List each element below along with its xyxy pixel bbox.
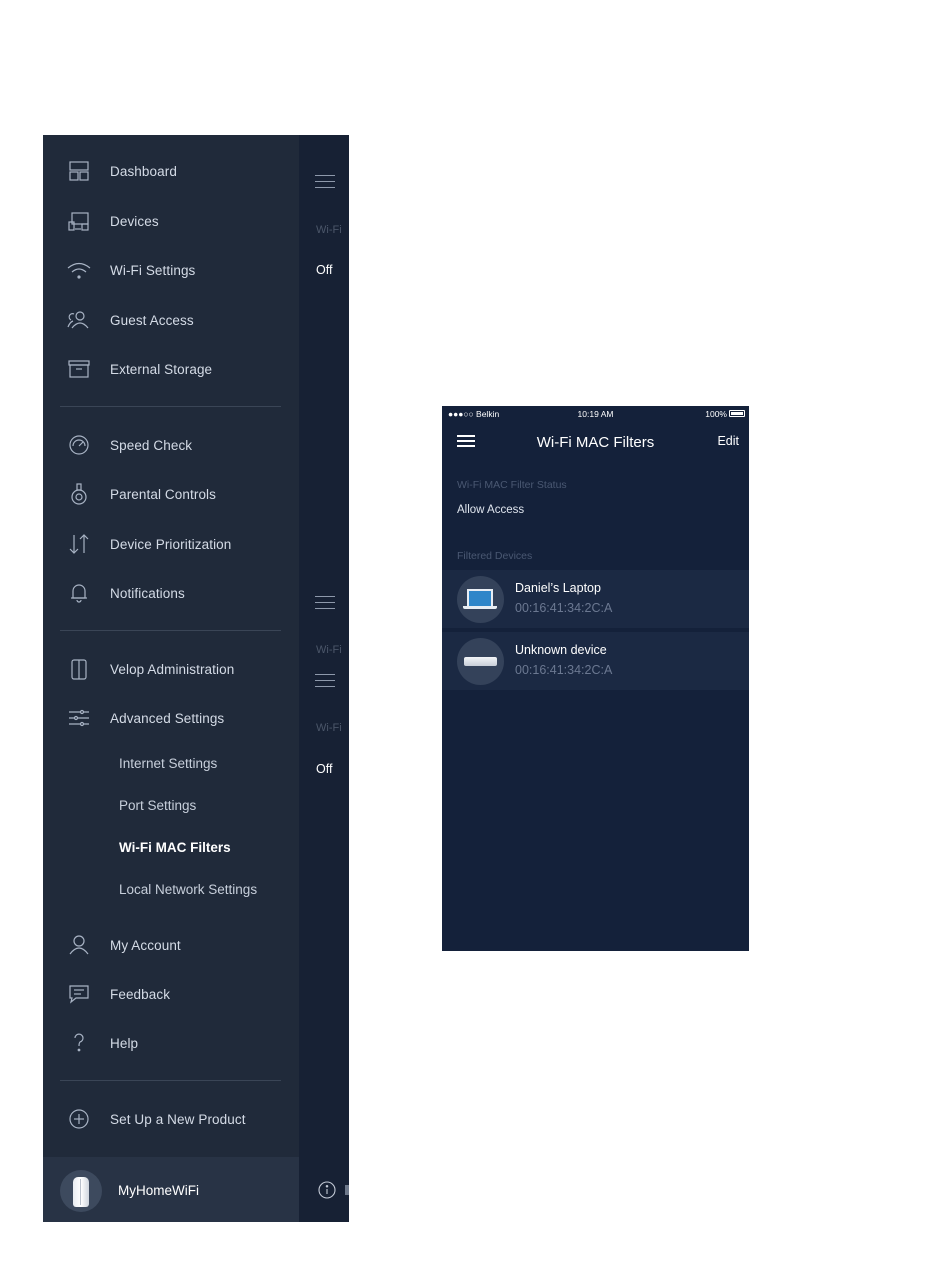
sub-item-port-settings[interactable]: Port Settings (119, 796, 196, 816)
guests-icon (67, 309, 91, 331)
page-title: Wi-Fi MAC Filters (536, 434, 655, 451)
hamburger-menu-icon[interactable] (315, 596, 335, 610)
battery-percent: 100% (705, 409, 727, 419)
device-row[interactable]: Unknown device 00:16:41:34:2C:A (442, 632, 749, 690)
sub-item-wifi-mac-filters[interactable]: Wi-Fi MAC Filters (119, 838, 231, 858)
nav-item-label: Device Prioritization (110, 536, 232, 552)
feedback-icon (67, 983, 91, 1005)
nav-item-label: Velop Administration (110, 661, 235, 677)
network-name: MyHomeWiFi (118, 1183, 199, 1198)
velop-node-seam (80, 1179, 81, 1205)
velop-node-icon (67, 658, 91, 680)
nav-item-label: Speed Check (110, 437, 193, 453)
peek-value: Off (316, 762, 333, 776)
parental-controls-icon (67, 483, 91, 505)
prioritization-arrows-icon (67, 533, 91, 555)
question-mark-icon (67, 1032, 91, 1054)
storage-icon (67, 358, 91, 380)
peek-value: Off (316, 263, 333, 277)
peek-label: Wi-Fi (316, 722, 342, 734)
velop-node-avatar (60, 1170, 102, 1212)
nav-item-device-prioritization[interactable]: Device Prioritization (43, 526, 299, 562)
nav-item-help[interactable]: Help (43, 1025, 299, 1061)
nav-item-advanced-settings[interactable]: Advanced Settings (43, 700, 299, 736)
filtered-devices-label: Filtered Devices (457, 550, 533, 562)
status-time: 10:19 AM (577, 409, 614, 419)
info-icon[interactable] (318, 1181, 336, 1199)
peek-label: Wi-Fi (316, 644, 342, 656)
sub-item-internet-settings[interactable]: Internet Settings (119, 754, 217, 774)
nav-item-notifications[interactable]: Notifications (43, 575, 299, 611)
nav-item-label: Wi-Fi Settings (110, 262, 196, 278)
nav-item-label: My Account (110, 937, 181, 953)
speedometer-icon (67, 434, 91, 456)
sub-item-local-network-settings[interactable]: Local Network Settings (119, 880, 257, 900)
nav-item-label: Dashboard (110, 163, 177, 179)
nav-item-devices[interactable]: Devices (43, 203, 299, 239)
nav-item-label: Advanced Settings (110, 710, 225, 726)
user-icon (67, 934, 91, 956)
plus-circle-icon (67, 1108, 91, 1130)
nav-divider (60, 630, 281, 631)
nav-item-set-up-new-product[interactable]: Set Up a New Product (43, 1101, 299, 1137)
hamburger-menu-icon[interactable] (315, 175, 335, 189)
nav-item-label: Set Up a New Product (110, 1111, 246, 1127)
nav-item-label: Devices (110, 213, 159, 229)
nav-item-label: Notifications (110, 585, 185, 601)
wifi-mac-filters-screen: ●●●○○ Belkin 10:19 AM 100% Wi-Fi MAC Fil… (442, 406, 749, 951)
device-name: Unknown device (515, 643, 607, 657)
nav-divider (60, 406, 281, 407)
devices-icon (67, 210, 91, 232)
nav-item-dashboard[interactable]: Dashboard (43, 153, 299, 189)
sliders-icon (67, 707, 91, 729)
nav-divider (60, 1080, 281, 1081)
nav-item-velop-administration[interactable]: Velop Administration (43, 651, 299, 687)
nav-item-my-account[interactable]: My Account (43, 927, 299, 963)
filter-status-value[interactable]: Allow Access (457, 504, 524, 516)
velop-node-image (73, 1177, 89, 1207)
nav-item-wifi-settings[interactable]: Wi-Fi Settings (43, 252, 299, 288)
nav-item-label: Feedback (110, 986, 171, 1002)
nav-item-label: Guest Access (110, 312, 194, 328)
nav-item-label: Parental Controls (110, 486, 217, 502)
nav-item-guest-access[interactable]: Guest Access (43, 302, 299, 338)
nav-item-parental-controls[interactable]: Parental Controls (43, 476, 299, 512)
nav-item-speed-check[interactable]: Speed Check (43, 427, 299, 463)
navigation-drawer: Dashboard Devices Wi-Fi Settings Guest A… (43, 135, 299, 1222)
peek-label: Wi-Fi (316, 224, 342, 236)
laptop-icon (457, 576, 504, 623)
navigation-menu-screen: Dashboard Devices Wi-Fi Settings Guest A… (43, 135, 349, 1222)
status-bar: ●●●○○ Belkin 10:19 AM 100% (442, 406, 749, 422)
wifi-icon (67, 259, 91, 281)
nav-item-external-storage[interactable]: External Storage (43, 351, 299, 387)
nav-item-label: External Storage (110, 361, 213, 377)
device-row[interactable]: Daniel’s Laptop 00:16:41:34:2C:A (442, 570, 749, 628)
dashboard-icon (67, 160, 91, 182)
filter-status-label: Wi-Fi MAC Filter Status (457, 479, 567, 491)
bell-icon (67, 582, 91, 604)
nav-item-feedback[interactable]: Feedback (43, 976, 299, 1012)
battery-icon (729, 410, 745, 417)
hamburger-menu-icon[interactable] (315, 674, 335, 688)
device-mac-address: 00:16:41:34:2C:A (515, 663, 613, 677)
peek-text-fragment (345, 1185, 349, 1195)
edit-button[interactable]: Edit (717, 434, 739, 448)
network-footer[interactable]: MyHomeWiFi (43, 1157, 299, 1222)
nav-item-label: Help (110, 1035, 139, 1051)
generic-device-icon (457, 638, 504, 685)
device-mac-address: 00:16:41:34:2C:A (515, 601, 613, 615)
device-name: Daniel’s Laptop (515, 581, 601, 595)
